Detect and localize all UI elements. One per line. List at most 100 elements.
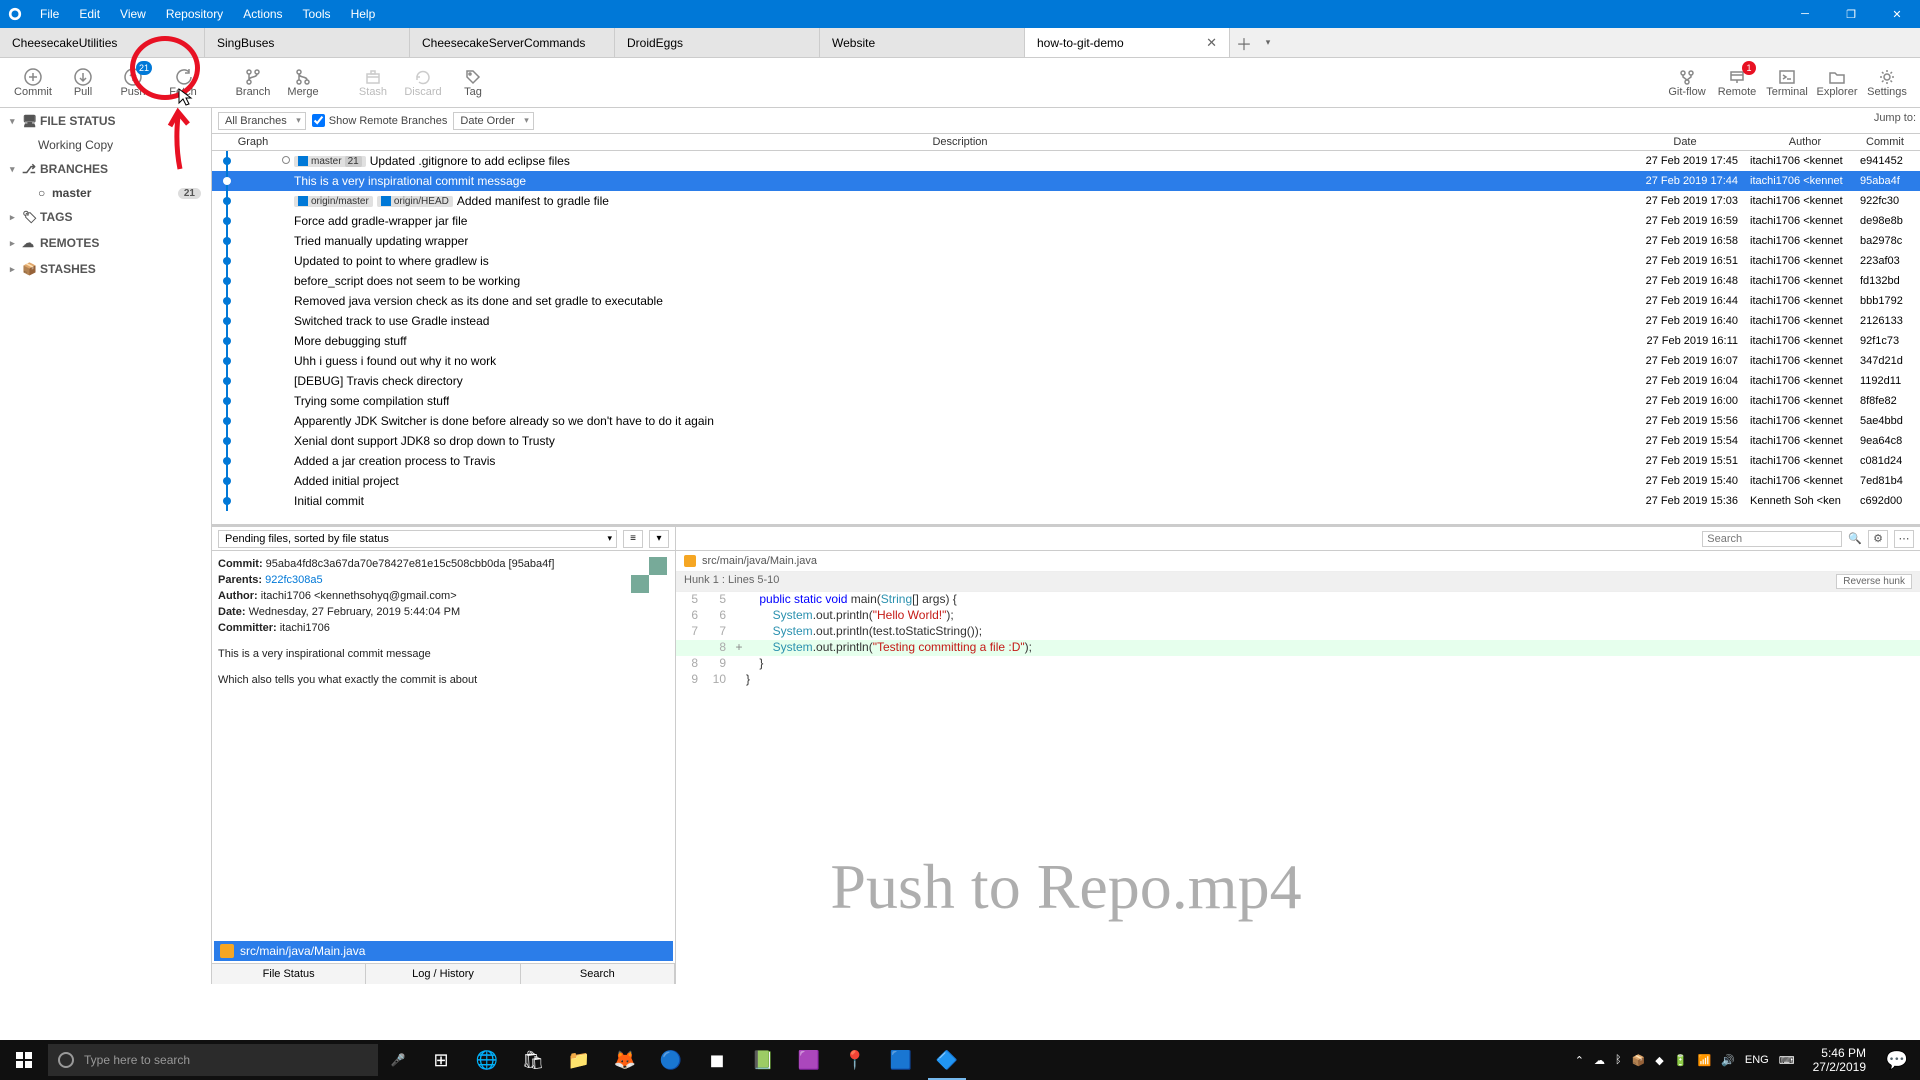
view-list-icon[interactable]: ≡ <box>623 530 643 548</box>
discard-button[interactable]: Discard <box>398 58 448 107</box>
commit-row[interactable]: Trying some compilation stuff27 Feb 2019… <box>212 391 1920 411</box>
tab-singbuses[interactable]: SingBuses <box>205 28 410 57</box>
merge-button[interactable]: Merge <box>278 58 328 107</box>
commit-row[interactable]: Tried manually updating wrapper27 Feb 20… <box>212 231 1920 251</box>
menu-view[interactable]: View <box>110 0 156 28</box>
commit-row[interactable]: [DEBUG] Travis check directory27 Feb 201… <box>212 371 1920 391</box>
more-icon[interactable]: ⋯ <box>1894 530 1914 548</box>
commit-row[interactable]: before_script does not seem to be workin… <box>212 271 1920 291</box>
firefox-icon[interactable]: 🦊 <box>602 1040 648 1080</box>
taskview-icon[interactable]: ⊞ <box>418 1040 464 1080</box>
menu-file[interactable]: File <box>30 0 69 28</box>
parent-link[interactable]: 922fc308a5 <box>265 574 323 586</box>
add-tab-button[interactable]: ＋ <box>1230 28 1258 57</box>
commit-row[interactable]: master21Updated .gitignore to add eclips… <box>212 151 1920 171</box>
taskbar-clock[interactable]: 5:46 PM27/2/2019 <box>1805 1046 1874 1075</box>
diff-search-input[interactable] <box>1702 531 1842 547</box>
sidebar-stashes[interactable]: ▸📦STASHES <box>0 256 211 282</box>
jump-to-label[interactable]: Jump to: <box>1874 112 1916 124</box>
maps-icon[interactable]: 📍 <box>832 1040 878 1080</box>
tray-wifi-icon[interactable]: 📶 <box>1697 1054 1711 1067</box>
sidebar-workingcopy[interactable]: Working Copy <box>0 134 211 156</box>
reverse-hunk-button[interactable]: Reverse hunk <box>1836 574 1912 589</box>
window-maximize-icon[interactable]: ❐ <box>1828 0 1874 28</box>
tab-howtogit[interactable]: how-to-git-demo✕ <box>1025 28 1230 57</box>
changed-file[interactable]: src/main/java/Main.java <box>214 941 673 961</box>
explorer-button[interactable]: Explorer <box>1812 58 1862 107</box>
menu-help[interactable]: Help <box>341 0 386 28</box>
commit-row[interactable]: Xenial dont support JDK8 so drop down to… <box>212 431 1920 451</box>
tray-volume-icon[interactable]: 🔊 <box>1721 1054 1735 1067</box>
system-tray[interactable]: ⌃ ☁ ᛒ 📦 ◆ 🔋 📶 🔊 ENG ⌨ <box>1565 1054 1805 1067</box>
menu-edit[interactable]: Edit <box>69 0 110 28</box>
search-icon[interactable]: 🔍 <box>1848 532 1862 545</box>
edge-icon[interactable]: 🌐 <box>464 1040 510 1080</box>
btab-search[interactable]: Search <box>521 964 675 984</box>
taskbar-search[interactable]: Type here to search <box>48 1044 378 1076</box>
menu-repository[interactable]: Repository <box>156 0 233 28</box>
terminal-button[interactable]: Terminal <box>1762 58 1812 107</box>
window-minimize-icon[interactable]: ─ <box>1782 0 1828 28</box>
tray-lang[interactable]: ENG <box>1745 1054 1769 1066</box>
commit-row[interactable]: Initial commit27 Feb 2019 15:36Kenneth S… <box>212 491 1920 511</box>
tray-keyboard-icon[interactable]: ⌨ <box>1779 1054 1795 1067</box>
sidebar-branch-master[interactable]: ○master21 <box>0 182 211 204</box>
btab-log[interactable]: Log / History <box>366 964 520 984</box>
fetch-button[interactable]: Fetch <box>158 58 208 107</box>
tab-serverc[interactable]: CheesecakeServerCommands <box>410 28 615 57</box>
explorer-icon[interactable]: 📁 <box>556 1040 602 1080</box>
commit-row[interactable]: Removed java version check as its done a… <box>212 291 1920 311</box>
menu-tools[interactable]: Tools <box>293 0 341 28</box>
tab-cheesecakeutilities[interactable]: CheesecakeUtilities <box>0 28 205 57</box>
commit-button[interactable]: Commit <box>8 58 58 107</box>
commit-row[interactable]: Uhh i guess i found out why it no work27… <box>212 351 1920 371</box>
tabs-dropdown-icon[interactable]: ▾ <box>1258 28 1278 57</box>
tray-onedrive-icon[interactable]: ☁ <box>1594 1054 1605 1067</box>
tray-dropbox-icon[interactable]: 📦 <box>1632 1054 1646 1067</box>
push-button[interactable]: 21Push <box>108 58 158 107</box>
mic-icon[interactable]: 🎤 <box>378 1053 418 1067</box>
tray-bluetooth-icon[interactable]: ᛒ <box>1615 1054 1622 1066</box>
tray-chevron-icon[interactable]: ⌃ <box>1575 1054 1584 1067</box>
chrome-icon[interactable]: 🔵 <box>648 1040 694 1080</box>
tab-droideggs[interactable]: DroidEggs <box>615 28 820 57</box>
app-icon-4[interactable]: 🟦 <box>878 1040 924 1080</box>
commit-row[interactable]: This is a very inspirational commit mess… <box>212 171 1920 191</box>
show-remote-checkbox[interactable]: Show Remote Branches <box>312 114 448 127</box>
sourcetree-icon[interactable]: 🔷 <box>924 1040 970 1080</box>
stash-button[interactable]: Stash <box>348 58 398 107</box>
commit-row[interactable]: Added a jar creation process to Travis27… <box>212 451 1920 471</box>
window-close-icon[interactable]: ✕ <box>1874 0 1920 28</box>
order-dropdown[interactable]: Date Order <box>453 112 533 130</box>
pull-button[interactable]: Pull <box>58 58 108 107</box>
gitflow-button[interactable]: Git-flow <box>1662 58 1712 107</box>
commit-row[interactable]: More debugging stuff27 Feb 2019 16:11ita… <box>212 331 1920 351</box>
branch-button[interactable]: Branch <box>228 58 278 107</box>
app-icon-1[interactable]: ◼ <box>694 1040 740 1080</box>
menu-actions[interactable]: Actions <box>233 0 292 28</box>
sidebar-remotes[interactable]: ▸☁REMOTES <box>0 230 211 256</box>
sidebar-tags[interactable]: ▸🏷TAGS <box>0 204 211 230</box>
app-icon-2[interactable]: 📗 <box>740 1040 786 1080</box>
remote-button[interactable]: 1Remote <box>1712 58 1762 107</box>
commit-row[interactable]: origin/masterorigin/HEADAdded manifest t… <box>212 191 1920 211</box>
tab-website[interactable]: Website <box>820 28 1025 57</box>
commit-row[interactable]: Force add gradle-wrapper jar file27 Feb … <box>212 211 1920 231</box>
pending-dropdown[interactable]: Pending files, sorted by file status <box>218 530 617 548</box>
tray-app-icon[interactable]: ◆ <box>1655 1054 1663 1067</box>
start-button[interactable] <box>0 1052 48 1068</box>
view-options-icon[interactable]: ▾ <box>649 530 669 548</box>
sidebar-branches[interactable]: ▾⎇BRANCHES <box>0 156 211 182</box>
commit-row[interactable]: Updated to point to where gradlew is27 F… <box>212 251 1920 271</box>
commit-row[interactable]: Apparently JDK Switcher is done before a… <box>212 411 1920 431</box>
gear-icon[interactable]: ⚙ <box>1868 530 1888 548</box>
commit-row[interactable]: Switched track to use Gradle instead27 F… <box>212 311 1920 331</box>
branch-filter-dropdown[interactable]: All Branches <box>218 112 306 130</box>
app-icon-3[interactable]: 🟪 <box>786 1040 832 1080</box>
tag-button[interactable]: Tag <box>448 58 498 107</box>
store-icon[interactable]: 🛍 <box>510 1040 556 1080</box>
btab-filestatus[interactable]: File Status <box>212 964 366 984</box>
sidebar-filestatus[interactable]: ▾🖥FILE STATUS <box>0 108 211 134</box>
settings-button[interactable]: Settings <box>1862 58 1912 107</box>
notifications-icon[interactable]: 💬 <box>1874 1040 1920 1080</box>
